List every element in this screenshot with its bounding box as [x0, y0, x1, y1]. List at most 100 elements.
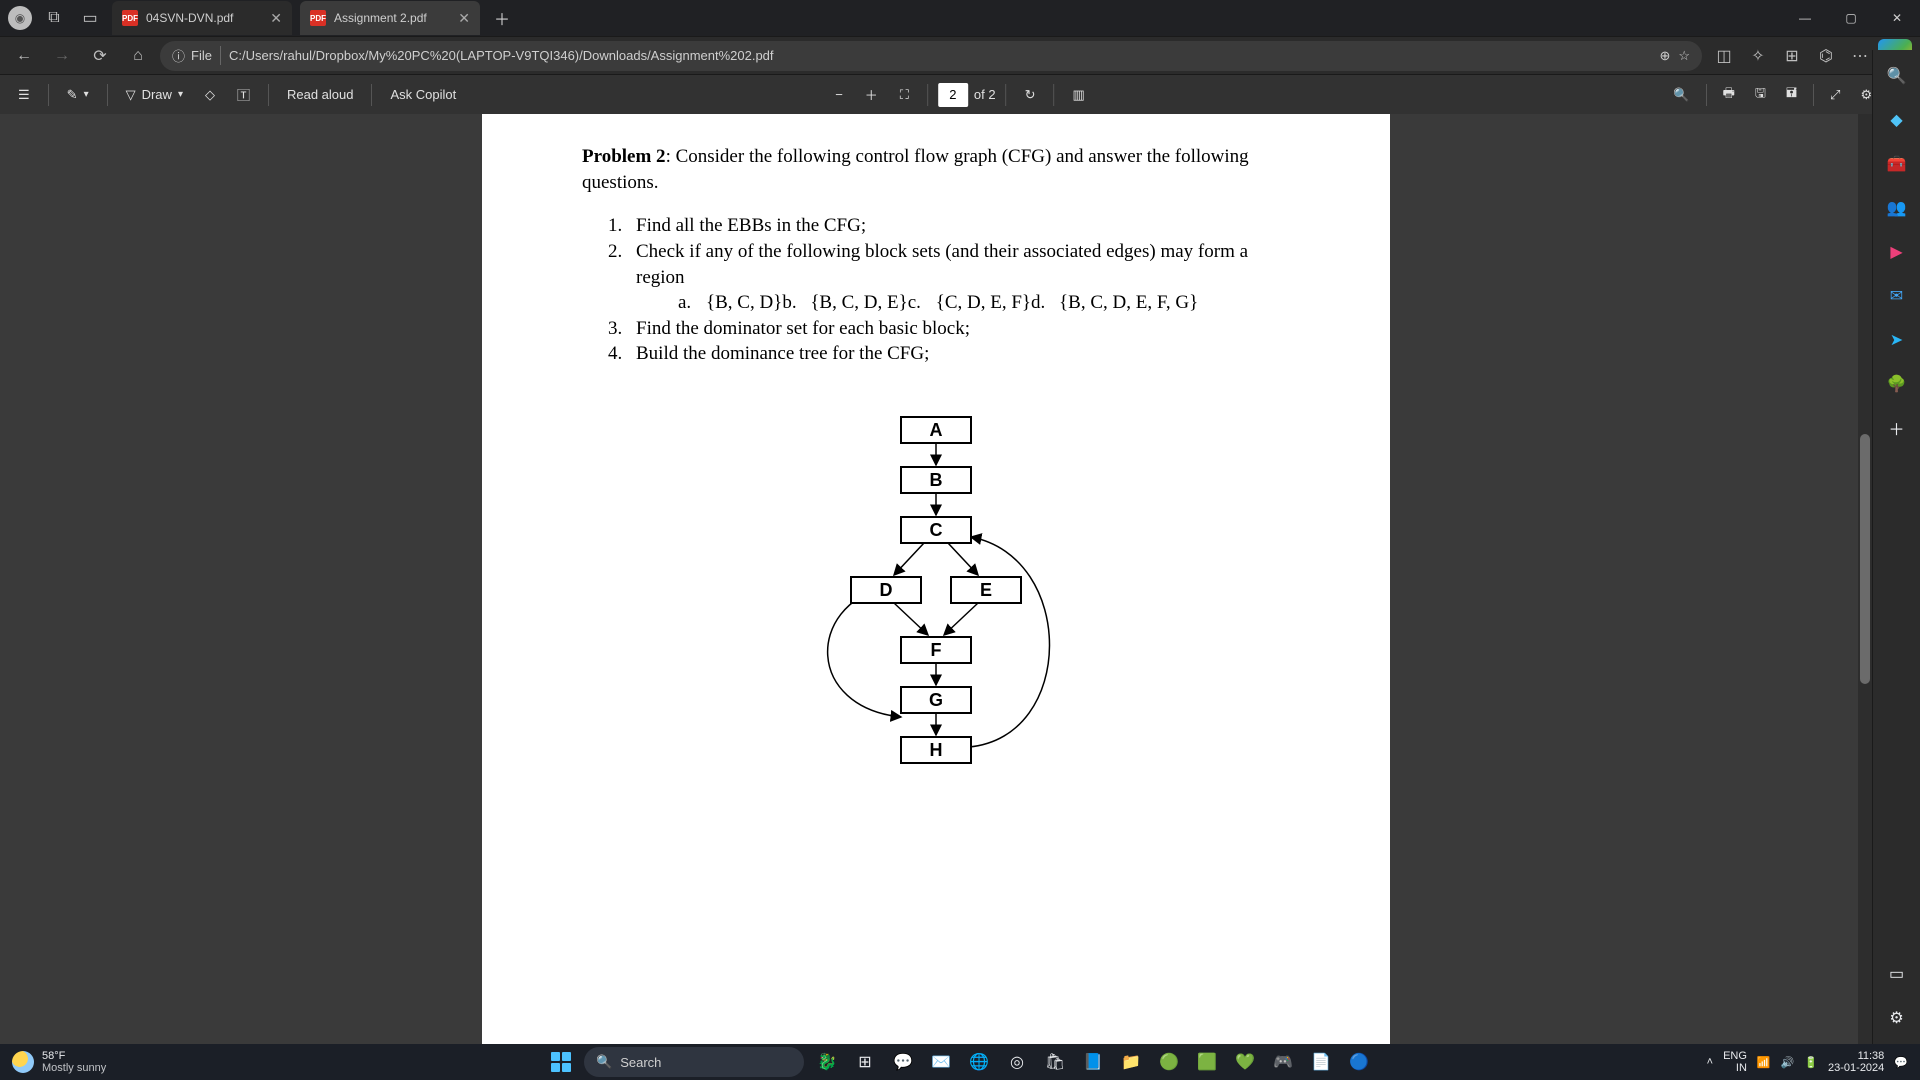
maximize-button[interactable]: ▢	[1828, 1, 1874, 35]
split-screen-icon[interactable]: ◫	[1708, 40, 1740, 72]
volume-icon[interactable]: 🔊	[1781, 1056, 1795, 1069]
favorites-icon[interactable]: ✧	[1742, 40, 1774, 72]
chrome2-icon[interactable]: 🔵	[1344, 1047, 1374, 1077]
tab-actions-icon[interactable]: ▭	[76, 4, 104, 32]
minimize-button[interactable]: —	[1782, 1, 1828, 35]
back-button[interactable]: ←	[8, 40, 40, 72]
pdf-toolbar: ☰ ✎ ▾ ▽ Draw ▾ ◇ 🅃 Read aloud Ask Copilo…	[0, 74, 1920, 114]
battery-icon[interactable]: 🔋	[1804, 1056, 1818, 1069]
svg-text:E: E	[980, 580, 992, 600]
save-icon[interactable]: 🖫	[1747, 80, 1774, 110]
tab-04svn[interactable]: PDF 04SVN-DVN.pdf ✕	[112, 1, 292, 35]
copilot-taskbar-icon[interactable]: ◎	[1002, 1047, 1032, 1077]
teams-icon[interactable]: 💬	[888, 1047, 918, 1077]
sidebar-toggle-icon[interactable]: ▭	[1879, 956, 1915, 992]
url-field[interactable]: ⓘFile C:/Users/rahul/Dropbox/My%20PC%20(…	[160, 41, 1702, 71]
sidebar-app-1-icon[interactable]: ◆	[1879, 102, 1915, 138]
sidebar-settings-icon[interactable]: ⚙	[1879, 1000, 1915, 1036]
zoom-in-button[interactable]: ＋	[857, 80, 886, 110]
people-icon[interactable]: 👥	[1879, 190, 1915, 226]
text-tool-icon[interactable]: 🅃	[229, 80, 258, 110]
read-aloud-button[interactable]: Read aloud	[279, 80, 362, 110]
problem-label: Problem 2	[582, 146, 666, 167]
page-total-label: of 2	[974, 87, 996, 102]
tab-title: 04SVN-DVN.pdf	[146, 11, 233, 25]
print-icon[interactable]: 🖶	[1715, 80, 1743, 110]
fullscreen-icon[interactable]: ⤢	[1822, 80, 1848, 110]
tree-icon[interactable]: 🌳	[1879, 366, 1915, 402]
taskbar-search[interactable]: 🔍 Search	[584, 1047, 804, 1077]
close-icon[interactable]: ✕	[458, 10, 470, 27]
media-icon[interactable]: ▶	[1879, 234, 1915, 270]
zoom-indicator-icon[interactable]: ⊕	[1659, 48, 1670, 64]
collections-icon[interactable]: ⊞	[1776, 40, 1808, 72]
scrollbar[interactable]	[1858, 114, 1872, 1044]
q2c: {C, D, E, F}	[936, 290, 1031, 316]
weather-widget[interactable]: 58°F Mostly sunny	[0, 1050, 106, 1074]
language-indicator[interactable]: ENG IN	[1723, 1050, 1747, 1074]
system-tray[interactable]: ˄ ENG IN 📶 🔊 🔋 11:38 23-01-2024 💬	[1707, 1050, 1920, 1074]
tab-title: Assignment 2.pdf	[334, 11, 427, 25]
tray-chevron-icon[interactable]: ˄	[1707, 1056, 1713, 1068]
pdf-viewport[interactable]: Problem 2: Consider the following contro…	[0, 114, 1872, 1044]
problem-text: : Consider the following control flow gr…	[582, 146, 1249, 193]
page-view-icon[interactable]: ▥	[1065, 80, 1093, 110]
ask-copilot-button[interactable]: Ask Copilot	[382, 80, 464, 110]
draw-label: Draw	[142, 87, 172, 102]
pdf-icon: PDF	[310, 10, 326, 26]
nvidia-icon[interactable]: 🟩	[1192, 1047, 1222, 1077]
clock[interactable]: 11:38 23-01-2024	[1828, 1050, 1884, 1074]
search-sidebar-icon[interactable]: 🔍	[1879, 58, 1915, 94]
whatsapp-icon[interactable]: 💚	[1230, 1047, 1260, 1077]
highlight-dropdown[interactable]: ✎ ▾	[59, 80, 97, 110]
mail-icon[interactable]: ✉️	[926, 1047, 956, 1077]
close-icon[interactable]: ✕	[270, 10, 282, 27]
start-button[interactable]	[546, 1047, 576, 1077]
outlook-icon[interactable]: ✉	[1879, 278, 1915, 314]
tab-assignment2[interactable]: PDF Assignment 2.pdf ✕	[300, 1, 480, 35]
taskview-icon[interactable]: ⊞	[850, 1047, 880, 1077]
send-icon[interactable]: ➤	[1879, 322, 1915, 358]
windows-taskbar: 58°F Mostly sunny 🔍 Search 🐉 ⊞ 💬 ✉️ 🌐 ◎ …	[0, 1044, 1920, 1080]
q2d: {B, C, D, E, F, G}	[1059, 290, 1198, 316]
weather-temp: 58°F	[42, 1050, 106, 1062]
fit-width-icon[interactable]: ⛶	[892, 80, 917, 110]
taskbar-app[interactable]: 🐉	[812, 1047, 842, 1077]
extensions-icon[interactable]: ⌬	[1810, 40, 1842, 72]
chrome-icon[interactable]: 🟢	[1154, 1047, 1184, 1077]
zoom-out-button[interactable]: −	[827, 80, 851, 110]
q2: Check if any of the following block sets…	[636, 239, 1290, 290]
q2a: {B, C, D}	[706, 290, 782, 316]
contents-icon[interactable]: ☰	[10, 80, 38, 110]
add-sidebar-icon[interactable]: ＋	[1879, 410, 1915, 446]
page-number-input[interactable]	[938, 83, 968, 107]
vscode-icon[interactable]: 📘	[1078, 1047, 1108, 1077]
title-bar: ◉ ⧉ ▭ PDF 04SVN-DVN.pdf ✕ PDF Assignment…	[0, 0, 1920, 36]
workspaces-icon[interactable]: ⧉	[40, 4, 68, 32]
q4: Build the dominance tree for the CFG;	[636, 341, 929, 367]
refresh-button[interactable]: ⟳	[84, 40, 116, 72]
rotate-icon[interactable]: ↻	[1017, 80, 1044, 110]
explorer-icon[interactable]: 📁	[1116, 1047, 1146, 1077]
svg-text:F: F	[931, 640, 942, 660]
save-as-icon[interactable]: 🖬	[1778, 80, 1805, 110]
home-button[interactable]: ⌂	[122, 40, 154, 72]
notifications-icon[interactable]: 💬	[1894, 1056, 1908, 1069]
url-scheme: File	[191, 48, 212, 63]
edge-icon[interactable]: 🌐	[964, 1047, 994, 1077]
steam-icon[interactable]: 🎮	[1268, 1047, 1298, 1077]
favorite-icon[interactable]: ☆	[1678, 48, 1690, 64]
question-list: 1.Find all the EBBs in the CFG; 2.Check …	[608, 213, 1290, 367]
profile-avatar[interactable]: ◉	[8, 6, 32, 30]
wifi-icon[interactable]: 📶	[1757, 1056, 1771, 1069]
read-aloud-label: Read aloud	[287, 87, 354, 102]
find-icon[interactable]: 🔍	[1665, 80, 1697, 110]
tools-icon[interactable]: 🧰	[1879, 146, 1915, 182]
store-icon[interactable]: 🛍	[1040, 1047, 1070, 1077]
scrollbar-thumb[interactable]	[1860, 434, 1870, 684]
new-tab-button[interactable]: ＋	[488, 4, 516, 32]
close-button[interactable]: ✕	[1874, 1, 1920, 35]
word-icon[interactable]: 📄	[1306, 1047, 1336, 1077]
draw-button[interactable]: ▽ Draw ▾	[118, 80, 191, 110]
erase-icon[interactable]: ◇	[197, 80, 223, 110]
